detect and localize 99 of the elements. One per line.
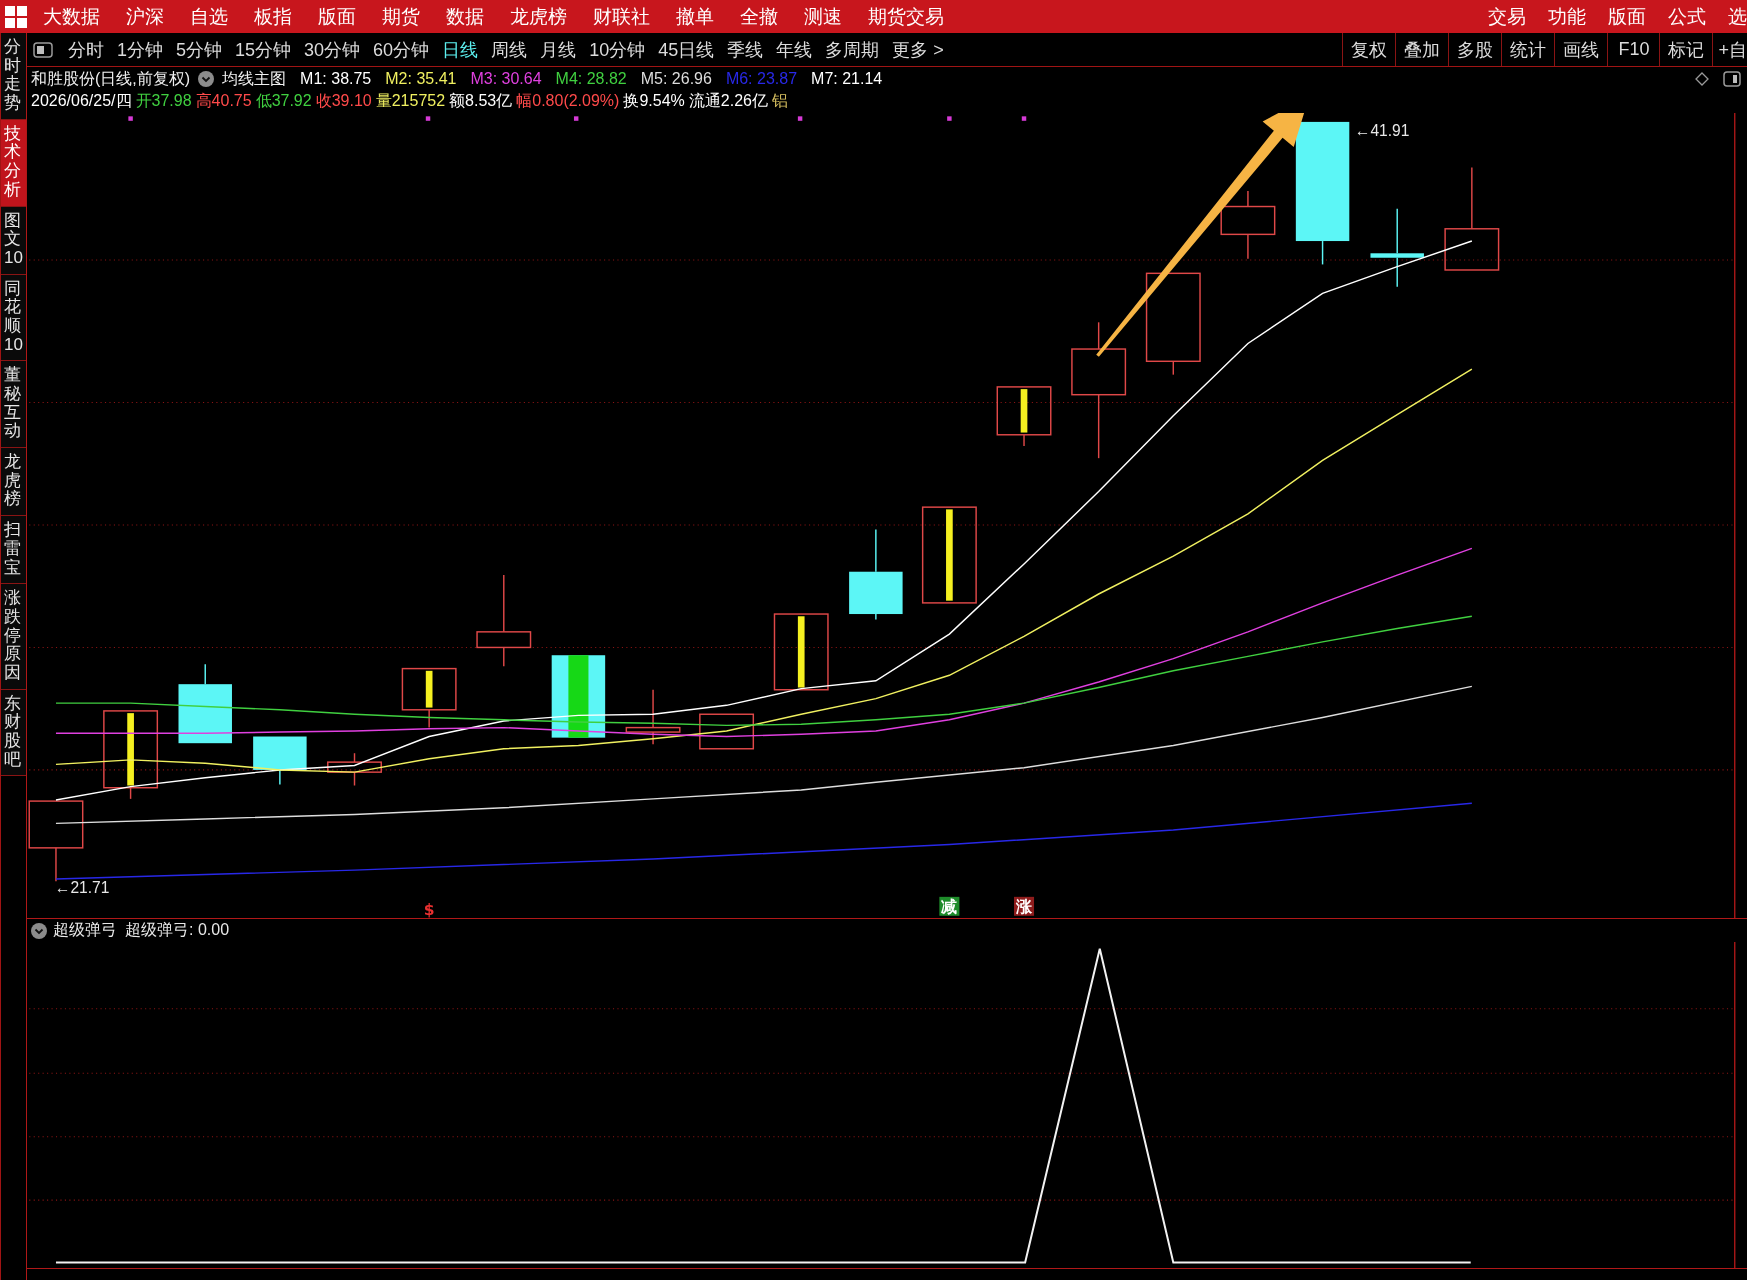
stock-title: 和胜股份(日线,前复权) — [31, 68, 191, 89]
period-tab[interactable]: 月线 — [540, 37, 577, 62]
period-tab[interactable]: 30分钟 — [304, 37, 361, 62]
candlestick — [699, 713, 755, 750]
dropdown-icon[interactable] — [31, 922, 47, 939]
average-value: M2: 35.41 — [385, 70, 457, 88]
menu-item[interactable]: 期货交易 — [868, 0, 944, 33]
average-value: M1: 38.75 — [300, 70, 372, 88]
menu-item[interactable]: 版面 — [1608, 0, 1646, 33]
sidebar-tab[interactable]: 分时走势 — [1, 33, 26, 120]
indicator-name: 均线主图 — [222, 68, 287, 89]
tool-button[interactable]: 标记 — [1659, 33, 1713, 66]
tool-button[interactable]: F10 — [1607, 33, 1660, 66]
tool-button[interactable]: 画线 — [1554, 33, 1608, 66]
marker-icon — [947, 116, 952, 121]
marker-icon — [1021, 116, 1027, 121]
menu-item[interactable]: 期货 — [382, 0, 420, 33]
quote-value: 2026/06/25/四 — [31, 90, 132, 111]
grid-icon[interactable] — [5, 5, 27, 28]
tool-button[interactable]: 多股 — [1448, 33, 1502, 66]
menu-item[interactable]: 财联社 — [593, 0, 650, 33]
menu-item[interactable]: 交易 — [1488, 0, 1526, 33]
indicator-value: 超级弹弓: 0.00 — [125, 920, 230, 940]
quote-value: 换9.54% — [623, 90, 685, 111]
period-tab[interactable]: 45日线 — [658, 37, 715, 62]
menu-item[interactable]: 公式 — [1668, 0, 1706, 33]
candlestick — [401, 667, 457, 729]
tool-button[interactable]: 复权 — [1342, 33, 1396, 66]
period-tab[interactable]: 日线 — [442, 37, 479, 62]
menu-item[interactable]: 数据 — [446, 0, 484, 33]
indicator-name: 超级弹弓 — [53, 920, 117, 940]
menu-item[interactable]: 版面 — [318, 0, 356, 33]
period-tab[interactable]: 15分钟 — [235, 37, 292, 62]
marker-icon — [128, 116, 133, 121]
signal-badge: 减 — [939, 896, 960, 917]
average-value: M3: 30.64 — [470, 70, 542, 88]
quote-value: 收39.10 — [315, 90, 372, 111]
price-label: ←21.71 — [54, 879, 110, 897]
sidebar-tab[interactable]: 龙虎榜 — [1, 448, 26, 517]
candlestick — [1220, 190, 1276, 260]
period-tab[interactable]: 10分钟 — [589, 37, 646, 62]
menu-item[interactable]: 选 — [1728, 0, 1747, 33]
menu-item[interactable]: 沪深 — [126, 0, 164, 33]
sidebar-tab[interactable]: 东财股吧 — [1, 689, 26, 777]
average-value: M4: 28.82 — [555, 70, 627, 88]
period-tab[interactable]: 周线 — [491, 37, 528, 62]
quote-value: 开37.98 — [135, 90, 192, 111]
price-label: ←41.91 — [1354, 122, 1410, 140]
tool-button[interactable]: 叠加 — [1395, 33, 1449, 66]
period-tab[interactable]: 季线 — [727, 37, 764, 62]
sidebar-tab[interactable]: 董秘互动 — [1, 361, 26, 449]
quote-value: 铝 — [771, 90, 788, 111]
diamond-icon[interactable] — [1695, 72, 1709, 86]
marker-icon — [797, 116, 803, 121]
sidebar-tab[interactable]: 扫雷宝 — [1, 516, 26, 585]
panel-icon[interactable] — [1723, 71, 1741, 87]
menu-item[interactable]: 测速 — [804, 0, 842, 33]
candlestick — [996, 386, 1052, 447]
sidebar-tab[interactable]: 图文10 — [1, 206, 26, 275]
marker-icon — [425, 116, 431, 121]
menu-item[interactable]: 全撤 — [740, 0, 778, 33]
dropdown-icon[interactable] — [198, 71, 215, 87]
menu-item[interactable]: 板指 — [254, 0, 292, 33]
quote-value: 量215752 — [375, 90, 446, 111]
signal-label: $ — [423, 900, 435, 918]
period-tab[interactable]: 年线 — [776, 37, 813, 62]
quote-value: 额8.53亿 — [449, 90, 513, 111]
signal-badge: 涨 — [1014, 896, 1035, 917]
more-button[interactable]: 更多 > — [892, 37, 944, 62]
period-tab[interactable]: 1分钟 — [117, 37, 163, 62]
sidebar-tab[interactable]: 同花顺10 — [1, 274, 26, 362]
menu-item[interactable]: 撤单 — [676, 0, 714, 33]
signal-bar — [425, 670, 433, 708]
quote-value: 低37.92 — [255, 90, 312, 111]
menu-item[interactable]: 自选 — [190, 0, 228, 33]
sidebar-tab[interactable]: 技术分析 — [1, 119, 26, 207]
period-tab[interactable]: 分时 — [68, 37, 104, 62]
sidebar-tab[interactable]: 涨跌停原因 — [1, 584, 26, 690]
quote-value: 流通2.26亿 — [688, 90, 768, 111]
average-value: M6: 23.87 — [725, 70, 798, 88]
average-value: M7: 21.14 — [811, 70, 883, 88]
signal-bar — [1020, 389, 1028, 433]
marker-icon — [573, 116, 579, 121]
period-tab[interactable]: 5分钟 — [176, 37, 223, 62]
candlestick — [327, 752, 382, 787]
period-tab[interactable]: 多周期 — [825, 37, 880, 62]
quote-value: 高40.75 — [195, 90, 252, 111]
menu-item[interactable]: 功能 — [1548, 0, 1586, 33]
quote-value: 幅0.80(2.09%) — [516, 90, 620, 111]
average-value: M5: 26.96 — [640, 70, 712, 88]
menu-item[interactable]: 龙虎榜 — [510, 0, 567, 33]
tool-button[interactable]: +自 — [1712, 33, 1747, 66]
candlestick — [253, 736, 307, 786]
signal-bar — [797, 616, 805, 688]
menu-item[interactable]: 大数据 — [43, 0, 100, 33]
panel-icon[interactable] — [33, 41, 53, 58]
period-tab[interactable]: 60分钟 — [373, 37, 430, 62]
candlestick — [625, 689, 681, 746]
tool-button[interactable]: 统计 — [1501, 33, 1555, 66]
